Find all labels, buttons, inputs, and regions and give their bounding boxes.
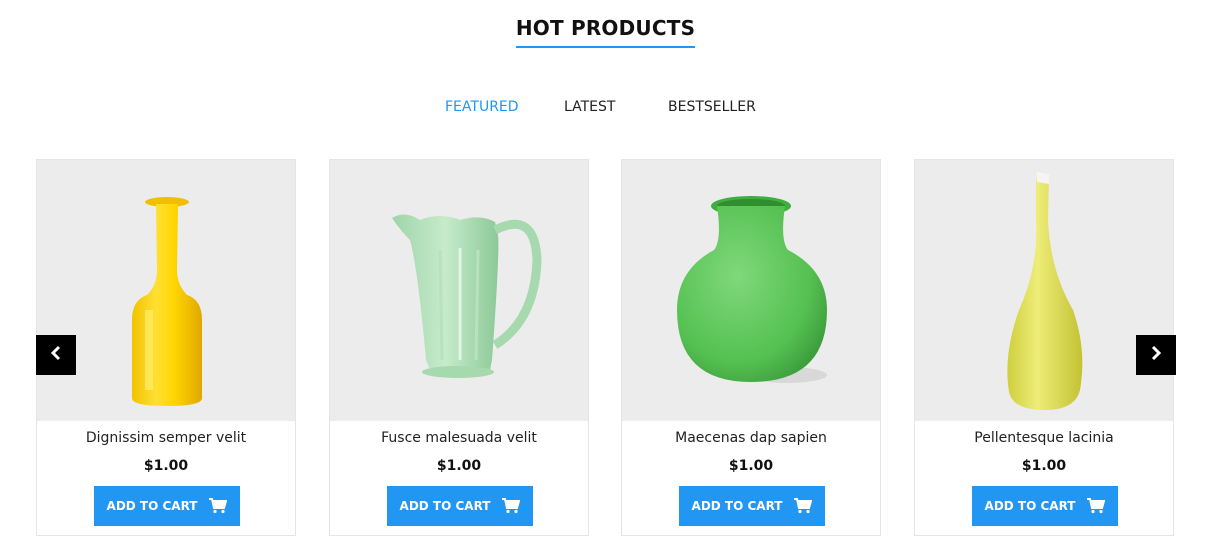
- product-name[interactable]: Fusce malesuada velit: [330, 430, 588, 446]
- shopping-cart-icon: [502, 498, 521, 514]
- shopping-cart-icon: [794, 498, 813, 514]
- section-header: HOT PRODUCTS: [0, 16, 1211, 48]
- product-card[interactable]: Pellentesque lacinia $1.00 ADD TO CART: [914, 159, 1174, 536]
- carousel-prev-button[interactable]: [36, 335, 76, 375]
- add-to-cart-label: ADD TO CART: [691, 499, 783, 513]
- tab-latest[interactable]: LATEST: [564, 99, 615, 115]
- add-to-cart-label: ADD TO CART: [399, 499, 491, 513]
- product-name[interactable]: Pellentesque lacinia: [915, 430, 1173, 446]
- product-price: $1.00: [728, 458, 774, 474]
- tab-bestseller[interactable]: BESTSELLER: [668, 99, 756, 115]
- add-to-cart-button[interactable]: ADD TO CART: [94, 486, 240, 526]
- carousel-next-button[interactable]: [1136, 335, 1176, 375]
- shopping-cart-icon: [209, 498, 228, 514]
- product-image-green-glass-pitcher[interactable]: [330, 160, 588, 421]
- add-to-cart-button[interactable]: ADD TO CART: [972, 486, 1118, 526]
- product-price: $1.00: [1021, 458, 1067, 474]
- shopping-cart-icon: [1087, 498, 1106, 514]
- product-card[interactable]: Fusce malesuada velit $1.00 ADD TO CART: [329, 159, 589, 536]
- add-to-cart-button[interactable]: ADD TO CART: [679, 486, 825, 526]
- product-name[interactable]: Dignissim semper velit: [37, 430, 295, 446]
- section-title: HOT PRODUCTS: [515, 16, 696, 48]
- product-price: $1.00: [143, 458, 189, 474]
- product-price: $1.00: [436, 458, 482, 474]
- product-image-yellow-slim-vase[interactable]: [915, 160, 1173, 421]
- add-to-cart-label: ADD TO CART: [984, 499, 1076, 513]
- add-to-cart-button[interactable]: ADD TO CART: [387, 486, 533, 526]
- add-to-cart-label: ADD TO CART: [106, 499, 198, 513]
- product-tabs: FEATURED LATEST BESTSELLER: [0, 99, 1211, 119]
- product-name[interactable]: Maecenas dap sapien: [622, 430, 880, 446]
- product-image-green-round-vase[interactable]: [622, 160, 880, 421]
- tab-featured[interactable]: FEATURED: [445, 99, 519, 115]
- chevron-left-icon: [49, 345, 63, 366]
- product-image-yellow-bottle-vase[interactable]: [37, 160, 295, 421]
- product-card[interactable]: Maecenas dap sapien $1.00 ADD TO CART: [621, 159, 881, 536]
- chevron-right-icon: [1149, 345, 1163, 366]
